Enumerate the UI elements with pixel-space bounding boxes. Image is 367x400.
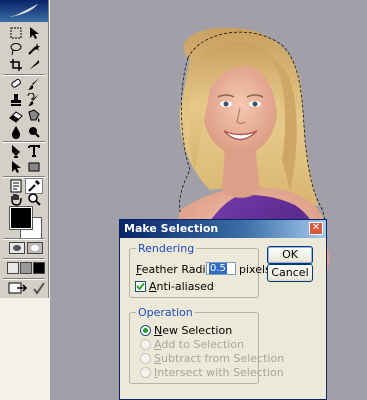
lasso-icon[interactable] [7,41,25,57]
slice-icon[interactable] [25,57,43,73]
pen-icon[interactable] [7,143,25,159]
rendering-group: Rendering Feather Radius: 0.5 pixels Ant… [129,242,271,298]
cancel-button[interactable]: Cancel [267,264,313,282]
toolbox-header[interactable] [0,0,48,22]
type-icon[interactable] [25,143,43,159]
tools-palette [0,0,49,298]
anti-aliased-label[interactable]: Anti-aliased [149,280,214,293]
operation-legend: Operation [136,306,195,319]
toolbox-divider [3,238,45,240]
jump-to-imageready-icon[interactable] [7,280,29,296]
checkmark-icon [30,280,48,296]
stamp-icon[interactable] [7,92,25,108]
subtract-from-selection-radio[interactable] [140,353,151,364]
feather-logo-icon [9,3,39,18]
screen-mode-full-icon[interactable] [33,262,45,274]
close-icon[interactable]: ✕ [309,222,323,235]
toolbox-divider [3,258,45,260]
operation-group: Operation New Selection Add to Selection… [129,306,284,384]
gradient-icon[interactable] [25,108,43,124]
rendering-legend: Rendering [136,242,197,255]
eraser-icon[interactable] [7,108,25,124]
make-selection-dialog: Make Selection ✕ Rendering Feather Radiu… [119,219,327,400]
intersect-with-selection-radio[interactable] [140,367,151,378]
standard-mode-icon[interactable] [9,242,25,254]
new-selection-label[interactable]: New Selection [154,324,232,337]
dialog-title: Make Selection [124,222,219,235]
feather-unit-label: pixels [239,263,271,276]
history-brush-icon[interactable] [25,92,43,108]
marquee-icon[interactable] [7,25,25,41]
magic-wand-icon[interactable] [25,41,43,57]
crop-icon[interactable] [7,57,25,73]
foreground-color-swatch[interactable] [9,206,33,230]
color-swatches [4,205,46,239]
brush-icon[interactable] [25,76,43,92]
dialog-title-bar[interactable]: Make Selection ✕ [120,220,326,238]
screen-mode-menubar-icon[interactable] [20,262,32,274]
feather-radius-input[interactable]: 0.5 [206,262,236,275]
path-select-icon[interactable] [7,159,25,175]
anti-aliased-checkbox[interactable] [135,281,146,292]
blur-icon[interactable] [7,124,25,140]
shape-icon[interactable] [25,159,43,175]
move-icon[interactable] [25,25,43,41]
dodge-icon[interactable] [25,124,43,140]
new-selection-radio[interactable] [140,325,151,336]
intersect-with-selection-label: Intersect with Selection [154,366,284,379]
screen-mode-standard-icon[interactable] [7,262,19,274]
add-to-selection-label: Add to Selection [154,338,245,351]
ok-button[interactable]: OK [267,246,313,264]
subtract-from-selection-label: Subtract from Selection [154,352,285,365]
quick-mask-mode-icon[interactable] [27,242,43,254]
feather-radius-value: 0.5 [209,263,227,274]
healing-icon[interactable] [7,76,25,92]
add-to-selection-radio[interactable] [140,339,151,350]
